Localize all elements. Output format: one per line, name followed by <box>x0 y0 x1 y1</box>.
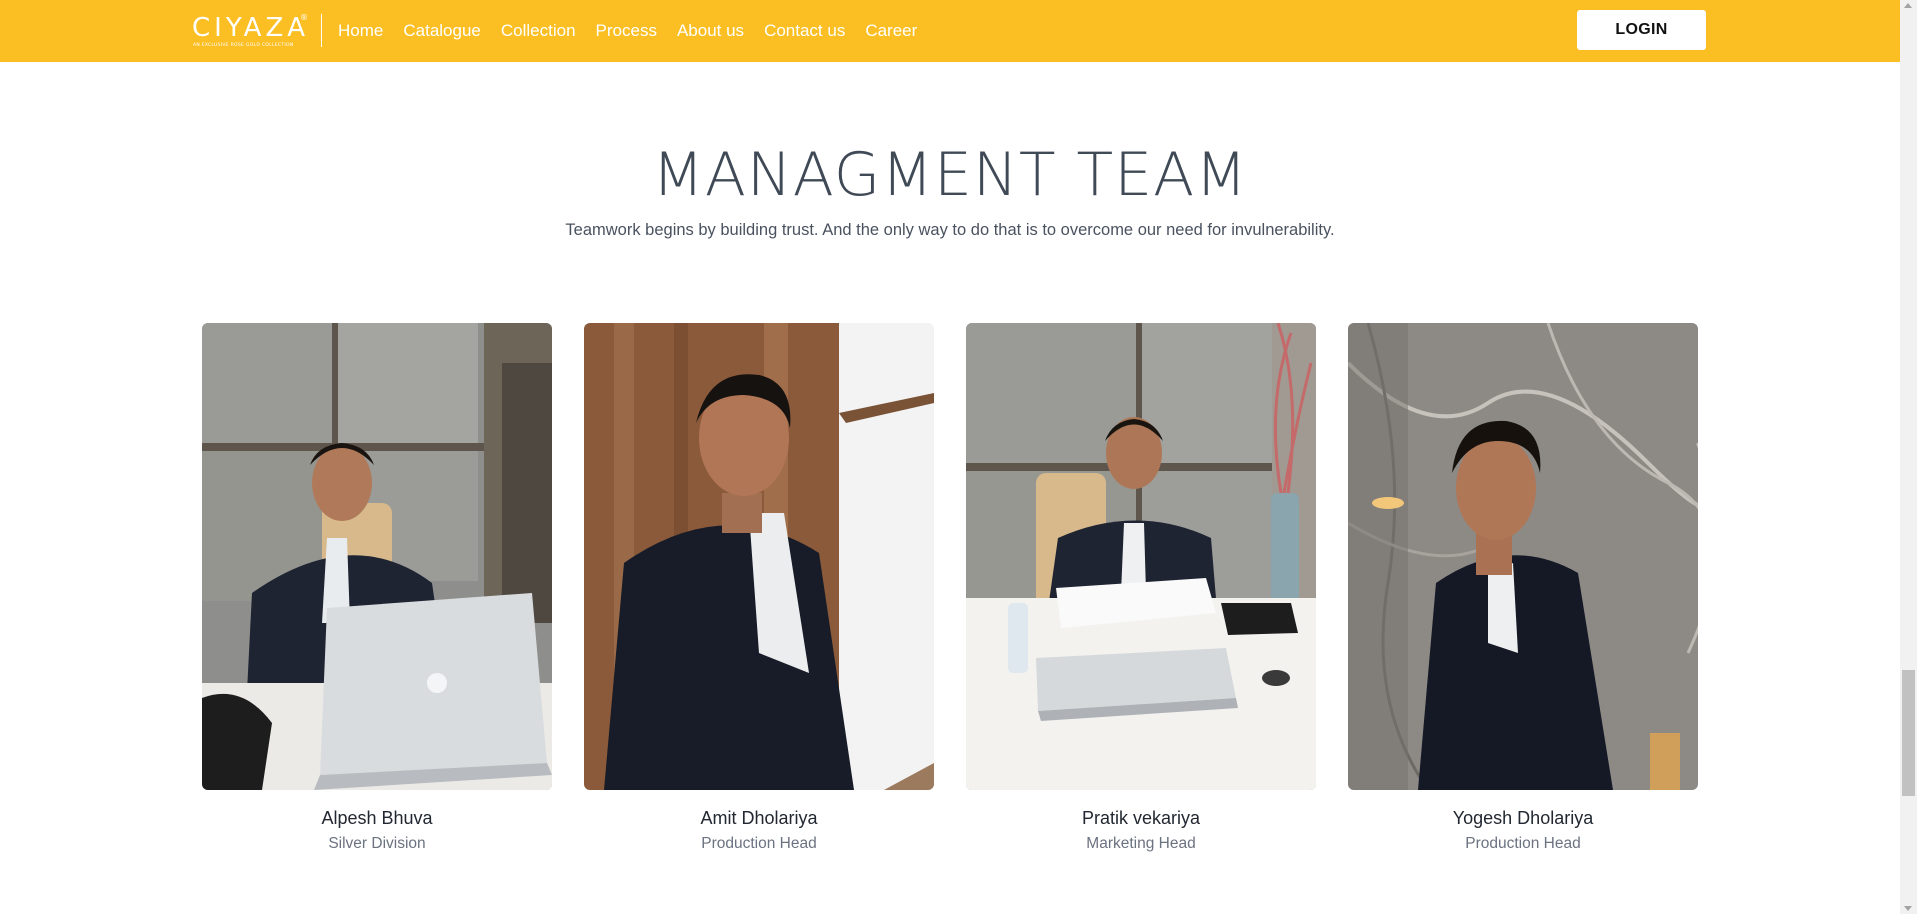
team-member-photo <box>202 323 552 790</box>
nav-link-about-us[interactable]: About us <box>677 21 744 41</box>
main-nav: Home Catalogue Collection Process About … <box>338 0 937 62</box>
login-button[interactable]: LOGIN <box>1577 10 1706 50</box>
nav-link-career[interactable]: Career <box>865 21 917 41</box>
team-member-photo <box>966 323 1316 790</box>
team-member-name: Pratik vekariya <box>1081 808 1201 828</box>
section-subtitle: Teamwork begins by building trust. And t… <box>565 221 1335 239</box>
nav-link-home[interactable]: Home <box>338 21 383 41</box>
nav-divider <box>321 14 322 47</box>
team-member-name: Amit Dholariya <box>700 808 818 828</box>
scrollbar-thumb[interactable] <box>1902 670 1915 796</box>
team-member-role: Silver Division <box>328 835 426 852</box>
nav-link-collection[interactable]: Collection <box>501 21 576 41</box>
nav-link-process[interactable]: Process <box>596 21 657 41</box>
team-member-photo <box>1348 323 1698 790</box>
team-member-name: Alpesh Bhuva <box>321 808 433 828</box>
page-scrollbar[interactable] <box>1900 0 1917 914</box>
team-member-photo <box>584 323 934 790</box>
section-title: MANAGMENT TEAM <box>652 140 1248 210</box>
team-member-role: Production Head <box>701 835 817 852</box>
logo-wordmark: CIYAZA <box>192 13 310 43</box>
scroll-up-arrow-icon[interactable] <box>1904 3 1912 8</box>
team-member-role: Marketing Head <box>1086 835 1196 852</box>
team-member-name: Yogesh Dholariya <box>1452 808 1594 828</box>
nav-link-contact-us[interactable]: Contact us <box>764 21 845 41</box>
brand-logo[interactable]: CIYAZA ® AN EXCLUSIVE ROSE GOLD COLLECTI… <box>192 12 310 50</box>
logo-tagline: AN EXCLUSIVE ROSE GOLD COLLECTION <box>193 43 294 48</box>
team-member-role: Production Head <box>1465 835 1581 852</box>
top-navbar: CIYAZA ® AN EXCLUSIVE ROSE GOLD COLLECTI… <box>0 0 1900 62</box>
nav-link-catalogue[interactable]: Catalogue <box>403 21 481 41</box>
scroll-down-arrow-icon[interactable] <box>1904 906 1912 911</box>
registered-mark: ® <box>300 13 308 22</box>
